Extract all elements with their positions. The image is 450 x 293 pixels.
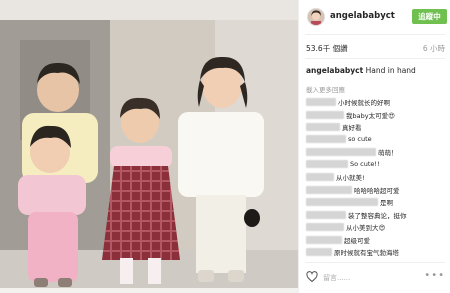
comment-username-blurred[interactable]	[306, 111, 344, 119]
avatar[interactable]	[307, 8, 325, 26]
comment-item: 萌萌！	[306, 147, 398, 157]
caption-username[interactable]: angelababyct	[306, 66, 363, 75]
comment-item: 哈哈哈哈超可爱	[306, 185, 400, 195]
comment-text: 超级可爱	[344, 237, 370, 245]
comment-username-blurred[interactable]	[306, 248, 332, 256]
comment-item: 原时候就有宝气勃海塔	[306, 247, 399, 257]
comment-username-blurred[interactable]	[306, 198, 378, 206]
comment-text: 是啊	[380, 199, 393, 207]
likes-count[interactable]: 53.6千 個讚	[306, 43, 348, 54]
post-caption: angelababyct Hand in hand	[306, 66, 448, 75]
comment-text: 从小美到大😍	[346, 224, 386, 232]
comment-text: 装了整容典论，挺你	[348, 212, 407, 220]
comment-username-blurred[interactable]	[306, 173, 334, 181]
comment-text: 我baby太可爱😍	[346, 112, 395, 120]
comment-item: 我baby太可爱😍	[306, 110, 395, 120]
footer-divider	[305, 262, 445, 263]
comment-item: 超级可爱	[306, 235, 370, 245]
comment-text: 萌萌！	[378, 149, 398, 157]
comment-item: 从小就美!	[306, 172, 365, 182]
comment-username-blurred[interactable]	[306, 186, 352, 194]
post-meta: 53.6千 個讚 6 小時	[299, 40, 450, 54]
comment-username-blurred[interactable]	[306, 123, 340, 131]
comment-username-blurred[interactable]	[306, 236, 342, 244]
comment-text: 从小就美!	[336, 174, 365, 182]
comment-text: 真好看	[342, 124, 362, 132]
comment-username-blurred[interactable]	[306, 148, 376, 156]
comment-text: So cute!!	[350, 160, 380, 168]
comment-username-blurred[interactable]	[306, 98, 336, 106]
username-link[interactable]: angelababyct	[330, 11, 395, 21]
comment-item: 从小美到大😍	[306, 222, 385, 232]
comment-bar: 留言...... •••	[299, 265, 450, 293]
caption-text: Hand in hand	[363, 66, 416, 75]
comment-item: 真好看	[306, 122, 362, 132]
comment-text: 小时候就长的好啊	[338, 99, 390, 107]
meta-divider	[305, 58, 445, 59]
comment-item: so cute	[306, 135, 372, 145]
post-time[interactable]: 6 小時	[423, 43, 445, 54]
comment-item: 装了整容典论，挺你	[306, 210, 407, 220]
post-sidebar: angelababyct 追蹤中 53.6千 個讚 6 小時 angelabab…	[298, 0, 450, 293]
comment-item: 小时候就长的好啊	[306, 97, 390, 107]
comment-username-blurred[interactable]	[306, 135, 346, 143]
comment-username-blurred[interactable]	[306, 223, 344, 231]
comment-input[interactable]: 留言......	[323, 273, 350, 283]
load-more-comments-link[interactable]: 載入更多回應	[306, 84, 345, 94]
heart-outline-icon[interactable]	[306, 271, 318, 283]
comment-username-blurred[interactable]	[306, 211, 346, 219]
comment-item: 是啊	[306, 197, 393, 207]
comment-text: 原时候就有宝气勃海塔	[334, 249, 399, 257]
comment-text: so cute	[348, 135, 372, 143]
comment-text: 哈哈哈哈超可爱	[354, 187, 400, 195]
children-photo-image	[0, 0, 298, 293]
more-dots-icon[interactable]: •••	[424, 271, 445, 281]
following-button[interactable]: 追蹤中	[412, 9, 447, 24]
post-header: angelababyct 追蹤中	[299, 0, 450, 32]
avatar-image	[308, 9, 324, 25]
comment-username-blurred[interactable]	[306, 160, 348, 168]
comment-item: So cute!!	[306, 160, 380, 170]
post-photo[interactable]	[0, 0, 298, 293]
header-divider	[305, 34, 445, 35]
